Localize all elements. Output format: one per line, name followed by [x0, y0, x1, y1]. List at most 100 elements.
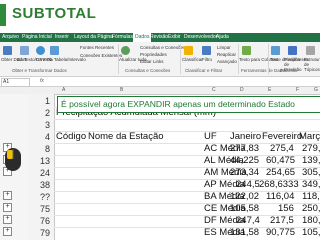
classificar-button[interactable]: Classificar	[182, 57, 203, 62]
table-row: AP Média 244,5 268,6333 349,6	[56, 179, 320, 191]
value-cell[interactable]: 131,58	[230, 227, 259, 238]
value-cell[interactable]: 139,9	[302, 155, 320, 166]
filtro-button[interactable]: Filtro	[202, 57, 212, 62]
forecast-icon	[288, 46, 297, 55]
column-header[interactable]: D	[240, 87, 244, 93]
text-to-columns-icon	[242, 46, 251, 55]
fontes-recentes-button[interactable]: Fontes Recentes	[80, 45, 114, 50]
avancado-button[interactable]: Avançado	[217, 59, 237, 64]
value-cell[interactable]: 156	[278, 203, 294, 214]
tab-formulas[interactable]: Fórmulas	[112, 34, 133, 40]
value-cell[interactable]: 105,58	[230, 203, 259, 214]
what-if-icon	[271, 46, 280, 55]
expand-group-button[interactable]: +	[3, 191, 12, 200]
value-cell[interactable]: 217,5	[270, 215, 294, 226]
grid-line	[54, 119, 320, 120]
row-number[interactable]: 76	[30, 216, 50, 226]
column-header[interactable]: E	[268, 87, 271, 93]
row-number[interactable]: ??	[30, 192, 50, 202]
tab-exibir[interactable]: Exibir	[168, 34, 181, 40]
tab-layout[interactable]: Layout da Página	[74, 34, 113, 40]
tab-ajuda[interactable]: Ajuda	[216, 34, 229, 40]
mouse-icon	[5, 148, 21, 171]
row-number[interactable]: 3	[30, 120, 50, 130]
value-cell[interactable]: 275,4	[270, 143, 294, 154]
value-cell[interactable]: 277,83	[230, 143, 259, 154]
expand-group-button[interactable]: +	[3, 215, 12, 224]
table-icon	[50, 46, 59, 55]
limpar-button[interactable]: Limpar	[217, 45, 231, 50]
globe-icon	[36, 46, 45, 55]
column-header[interactable]: A	[62, 87, 65, 93]
filter-icon	[202, 46, 211, 55]
reaplicar-button[interactable]: Reaplicar	[217, 52, 236, 57]
row-number[interactable]: 24	[30, 168, 50, 178]
value-cell[interactable]: 250,5	[302, 203, 320, 214]
value-cell[interactable]: 279,4	[302, 143, 320, 154]
header-cell[interactable]: Código	[56, 131, 86, 142]
table-row: AM Média 273,34 254,65 305,2	[56, 167, 320, 179]
header-cell[interactable]: Março	[299, 131, 320, 142]
propriedades-button[interactable]: Propriedades	[140, 52, 167, 57]
value-cell[interactable]: 105,5	[302, 227, 320, 238]
sort-icon	[184, 46, 193, 55]
table-row: BA Média 122,02 116,04 118,8	[56, 191, 320, 203]
conexoes-existentes-button[interactable]: Conexões Existentes	[80, 53, 122, 58]
editar-links-button[interactable]: Editar Links	[140, 59, 164, 64]
ribbon-tab-strip: Arquivo Página Inicial Inserir Layout da…	[0, 33, 320, 42]
value-cell[interactable]: 122,02	[230, 191, 259, 202]
tab-pagina-inicial[interactable]: Página Inicial	[22, 34, 52, 40]
tab-dados[interactable]: Dados	[133, 33, 152, 42]
estrutura-topicos-button[interactable]: Estrutura de Tópicos	[304, 57, 320, 72]
value-cell[interactable]: 118,8	[302, 191, 320, 202]
group-label-obter: Obter e Transformar Dados	[12, 68, 67, 73]
value-cell[interactable]: 247,4	[236, 215, 260, 226]
value-cell[interactable]: 44,225	[230, 155, 259, 166]
header-cell[interactable]: Janeiro	[230, 131, 261, 142]
group-label-consultas: Consultas e Conexões	[125, 68, 171, 73]
name-box[interactable]: A1	[1, 78, 30, 87]
row-number[interactable]: 1	[30, 96, 50, 106]
table-header-row: Código Nome da Estação UF Janeiro Fevere…	[56, 131, 320, 143]
row-number[interactable]: 75	[30, 204, 50, 214]
row-number[interactable]: 79	[30, 228, 50, 238]
value-cell[interactable]: 244,5	[236, 179, 260, 190]
row-number[interactable]: 38	[30, 180, 50, 190]
value-cell[interactable]: 305,2	[302, 167, 320, 178]
value-cell[interactable]: 268,6333	[259, 179, 299, 190]
value-cell[interactable]: 60,475	[266, 155, 295, 166]
database-icon	[3, 46, 12, 55]
header-cell[interactable]: Fevereiro	[262, 131, 302, 142]
tab-revisao[interactable]: Revisão	[150, 34, 168, 40]
ribbon: Obter Dados De Texto/CSV Da Web Da Tabel…	[0, 42, 320, 77]
text-file-icon	[20, 46, 29, 55]
row-number[interactable]: 4	[30, 132, 50, 142]
value-cell[interactable]: 273,34	[230, 167, 259, 178]
value-cell[interactable]: 90,775	[266, 227, 295, 238]
expand-group-button[interactable]: +	[3, 203, 12, 212]
value-cell[interactable]: 116,04	[266, 191, 294, 202]
outline-icon	[306, 46, 315, 55]
header-cell[interactable]: Nome da Estação	[88, 131, 164, 142]
column-header[interactable]: F	[296, 87, 299, 93]
row-number[interactable]: 2	[30, 108, 50, 118]
table-row: AL Média 44,225 60,475 139,9	[56, 155, 320, 167]
group-label-previsao: Previsão	[280, 68, 298, 73]
expand-group-button[interactable]: +	[3, 227, 12, 236]
consultas-button[interactable]: Consultas e Conexões	[140, 45, 185, 50]
column-header[interactable]: G	[314, 87, 318, 93]
row-number[interactable]: 13	[30, 156, 50, 166]
value-cell[interactable]: 180,6	[302, 215, 320, 226]
row-number[interactable]: 8	[30, 144, 50, 154]
fx-icon: fx	[40, 78, 44, 84]
column-header[interactable]: B	[120, 87, 123, 93]
tab-arquivo[interactable]: Arquivo	[2, 34, 19, 40]
table-row: CE Média 105,58 156 250,5	[56, 203, 320, 215]
tab-desenvolvedor[interactable]: Desenvolvedor	[184, 34, 217, 40]
column-header[interactable]: C	[212, 87, 216, 93]
table-row: DF Média 247,4 217,5 180,6	[56, 215, 320, 227]
value-cell[interactable]: 254,65	[266, 167, 295, 178]
value-cell[interactable]: 349,6	[302, 179, 320, 190]
header-cell[interactable]: UF	[204, 131, 217, 142]
tab-inserir[interactable]: Inserir	[55, 34, 69, 40]
